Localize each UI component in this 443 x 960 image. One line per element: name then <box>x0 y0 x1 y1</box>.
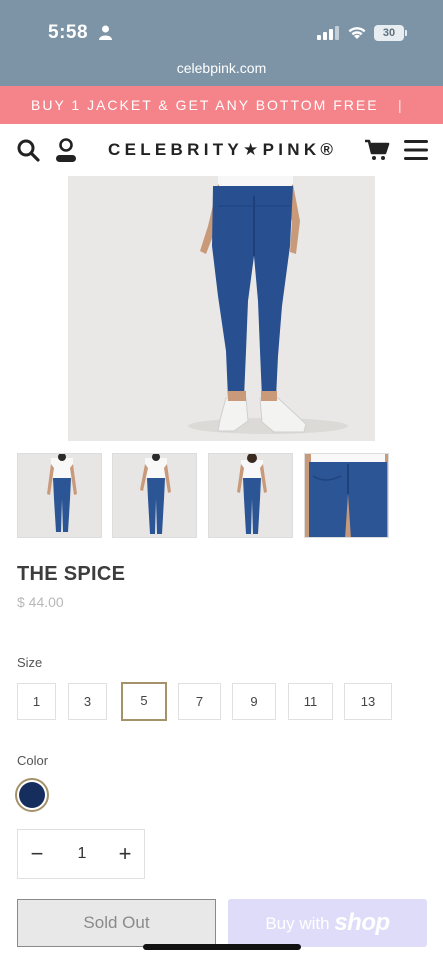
url-bar[interactable]: celebpink.com <box>0 60 443 76</box>
promo-separator: | <box>398 97 404 113</box>
buy-with-shop-button[interactable]: Buy with shop <box>228 899 427 947</box>
site-header: CELEBRITY★PINK® <box>0 124 443 176</box>
cart-icon[interactable] <box>364 139 390 161</box>
site-logo[interactable]: CELEBRITY★PINK® <box>108 140 337 160</box>
size-option-13[interactable]: 13 <box>344 683 392 720</box>
size-option-5[interactable]: 5 <box>121 682 167 721</box>
search-icon[interactable] <box>16 138 40 162</box>
menu-icon[interactable] <box>404 139 428 161</box>
quantity-stepper: − 1 + <box>17 829 145 879</box>
quantity-value[interactable]: 1 <box>60 830 104 878</box>
product-main-image[interactable] <box>68 176 375 441</box>
size-option-11[interactable]: 11 <box>288 683 333 720</box>
battery-level: 30 <box>374 25 404 41</box>
thumbnail-detail[interactable] <box>304 453 389 538</box>
account-icon[interactable] <box>55 138 77 164</box>
product-title: THE SPICE <box>17 563 126 585</box>
status-time: 5:58 <box>48 22 89 43</box>
home-indicator[interactable] <box>143 944 301 950</box>
size-option-9[interactable]: 9 <box>232 683 276 720</box>
quantity-decrease-button[interactable]: − <box>18 830 56 878</box>
signal-icon <box>317 26 339 40</box>
swatch-fill <box>19 782 45 808</box>
wifi-icon <box>348 27 366 39</box>
product-price: $ 44.00 <box>17 594 64 610</box>
sold-out-button[interactable]: Sold Out <box>17 899 216 947</box>
browser-status-bar: 5:58 30 celebpink.com <box>0 0 443 86</box>
promo-banner[interactable]: BUY 1 JACKET & GET ANY BOTTOM FREE | <box>0 86 443 124</box>
quantity-increase-button[interactable]: + <box>106 830 144 878</box>
size-option-1[interactable]: 1 <box>17 683 56 720</box>
battery-icon: 30 <box>374 25 407 41</box>
person-icon <box>99 25 112 40</box>
thumbnail-front[interactable] <box>17 453 102 538</box>
jeans-model-image <box>68 176 375 441</box>
color-swatch-navy[interactable] <box>15 778 49 812</box>
shop-brand-logo: shop <box>334 909 390 936</box>
thumbnail-back[interactable] <box>208 453 293 538</box>
color-label: Color <box>17 753 49 768</box>
size-label: Size <box>17 655 43 670</box>
thumbnail-front-2[interactable] <box>112 453 197 538</box>
thumbnail-strip <box>0 453 443 538</box>
size-option-3[interactable]: 3 <box>68 683 107 720</box>
promo-text: BUY 1 JACKET & GET ANY BOTTOM FREE <box>31 97 379 113</box>
size-option-7[interactable]: 7 <box>178 683 221 720</box>
buy-with-label: Buy with <box>265 914 330 933</box>
